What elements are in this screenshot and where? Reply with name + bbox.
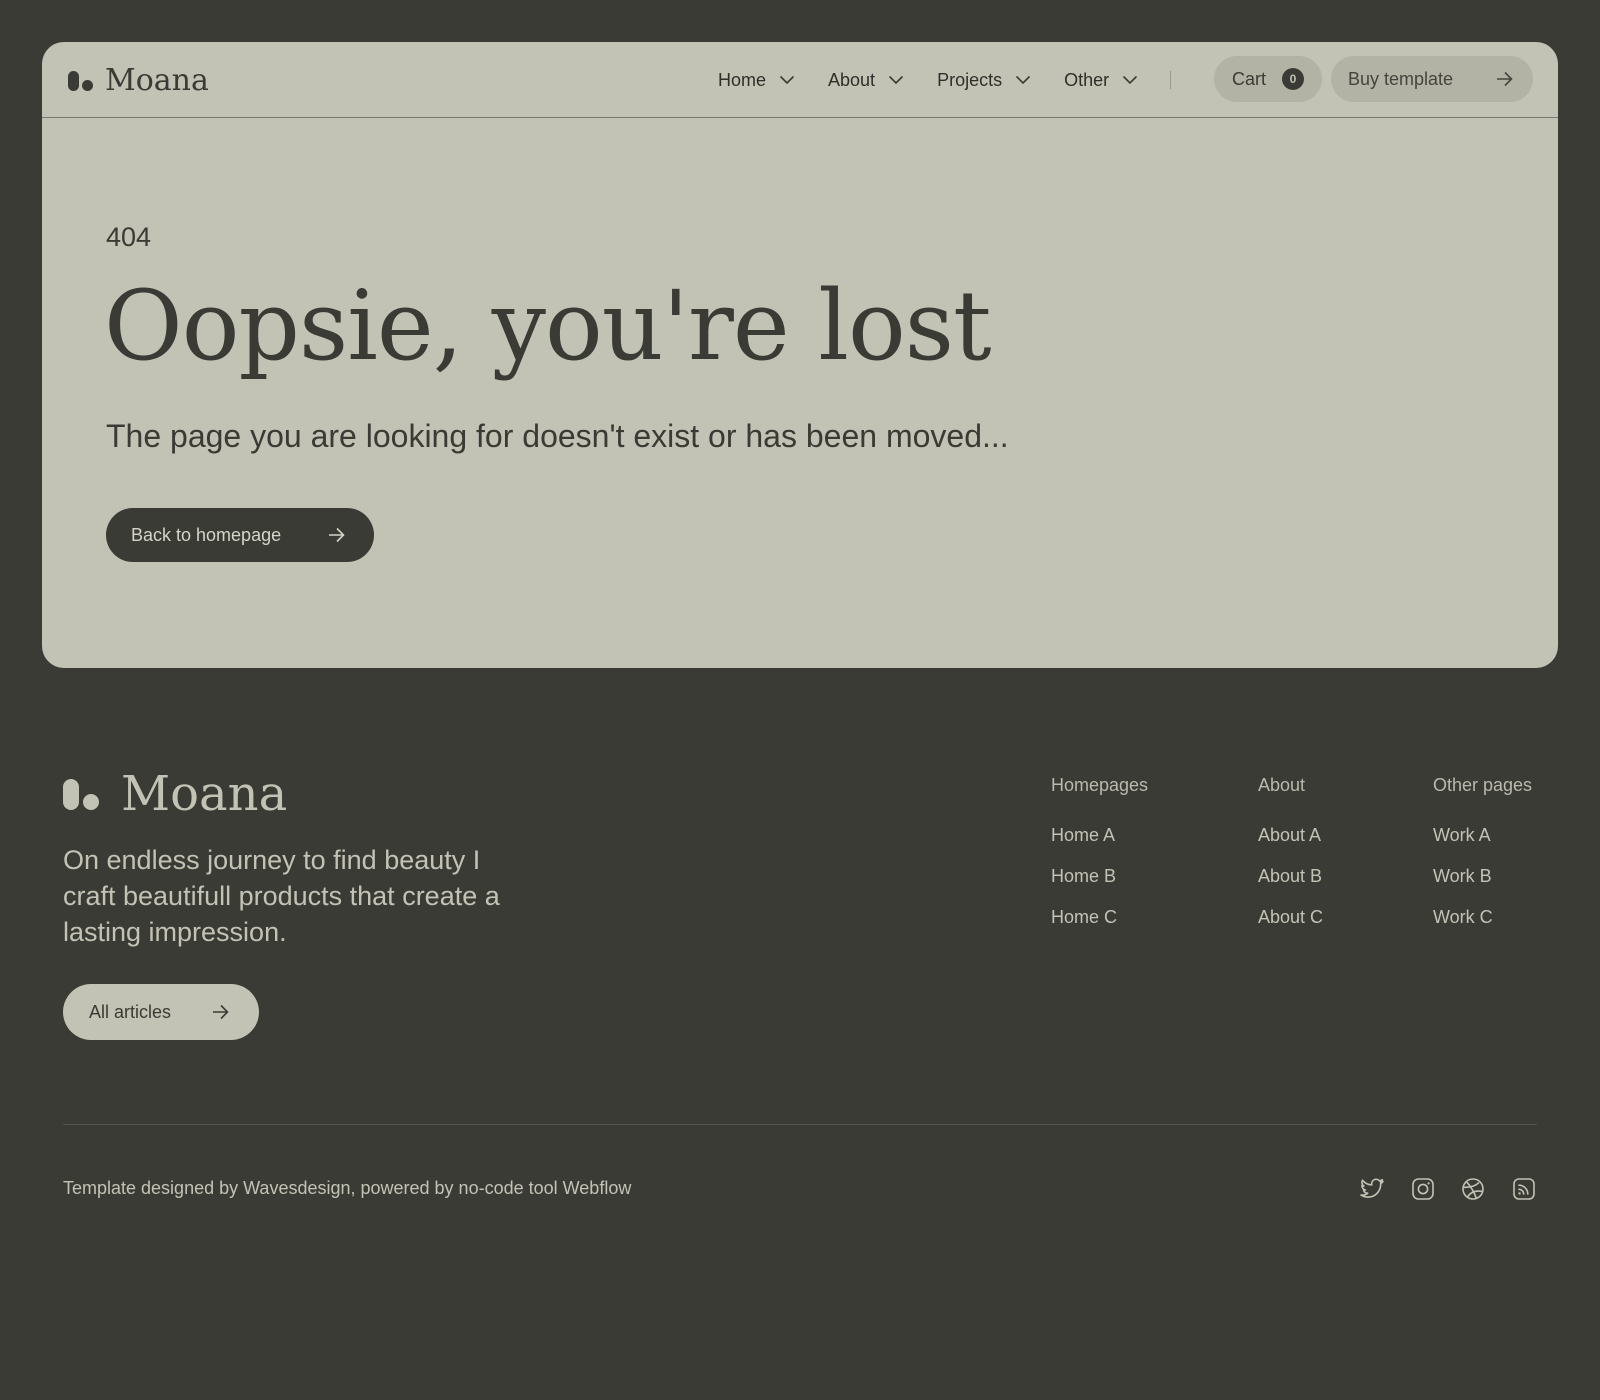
cart-button[interactable]: Cart 0 — [1214, 56, 1322, 102]
nav-item-label: Home — [718, 69, 767, 90]
footer-link-home-c[interactable]: Home C — [1051, 907, 1148, 929]
footer-link-work-c[interactable]: Work C — [1433, 907, 1532, 929]
error-code: 404 — [106, 222, 152, 252]
twitter-icon[interactable] — [1359, 1176, 1385, 1202]
footer-link-about-a[interactable]: About A — [1258, 825, 1323, 847]
buy-template-label: Buy template — [1348, 68, 1454, 89]
logo-mark-icon — [63, 778, 99, 810]
footer-link-about-c[interactable]: About C — [1258, 907, 1323, 929]
footer-column-title: Other pages — [1433, 775, 1533, 795]
main-card: Moana Home About Projects Other Cart 0 B… — [42, 42, 1558, 668]
arrow-right-icon — [329, 527, 345, 543]
nav-item-other[interactable]: Other — [1064, 70, 1138, 91]
arrow-right-icon — [1497, 71, 1513, 87]
page-title: Oopsie, you're lost — [104, 270, 992, 382]
footer-column-homepages: Homepages Home A Home B Home C — [1051, 775, 1148, 929]
main-menu: Home About Projects Other — [718, 42, 1172, 118]
chevron-down-icon — [779, 75, 795, 85]
cart-count-badge: 0 — [1282, 68, 1305, 90]
footer-link-work-b[interactable]: Work B — [1433, 866, 1532, 888]
all-articles-button[interactable]: All articles — [63, 984, 259, 1040]
nav-divider — [1170, 71, 1172, 89]
footer-column-title: Homepages — [1051, 775, 1149, 795]
nav-item-projects[interactable]: Projects — [937, 70, 1031, 91]
navbar: Moana Home About Projects Other Cart 0 B… — [42, 42, 1558, 118]
footer-credit: Template designed by Wavesdesign, powere… — [63, 1178, 632, 1198]
footer-brand-logo[interactable]: Moana — [63, 770, 287, 818]
back-to-homepage-button[interactable]: Back to homepage — [106, 508, 374, 562]
footer-divider — [63, 1124, 1537, 1125]
footer-column-title: About — [1258, 775, 1306, 795]
footer-link-about-b[interactable]: About B — [1258, 866, 1323, 888]
footer-column-about: About About A About B About C — [1258, 775, 1323, 929]
nav-item-home[interactable]: Home — [718, 70, 795, 91]
chevron-down-icon — [1016, 75, 1031, 85]
footer-link-home-a[interactable]: Home A — [1051, 825, 1148, 847]
logo-mark-icon — [68, 71, 93, 91]
back-to-homepage-label: Back to homepage — [131, 524, 282, 545]
footer-brand-name: Moana — [121, 766, 288, 822]
nav-item-label: Other — [1064, 69, 1110, 90]
footer-link-work-a[interactable]: Work A — [1433, 825, 1532, 847]
nav-item-label: About — [828, 69, 876, 90]
buy-template-button[interactable]: Buy template — [1331, 56, 1533, 102]
brand-name: Moana — [105, 63, 209, 98]
brand-logo[interactable]: Moana — [68, 66, 209, 96]
rss-icon[interactable] — [1511, 1176, 1537, 1202]
instagram-icon[interactable] — [1410, 1176, 1436, 1202]
footer-column-other-pages: Other pages Work A Work B Work C — [1433, 775, 1532, 929]
chevron-down-icon — [1123, 75, 1138, 85]
footer-tagline: On endless journey to find beauty I craf… — [63, 845, 500, 947]
dribbble-icon[interactable] — [1460, 1176, 1486, 1202]
arrow-right-icon — [213, 1004, 229, 1020]
page-subtitle: The page you are looking for doesn't exi… — [106, 418, 1009, 454]
nav-item-label: Projects — [937, 69, 1003, 90]
nav-item-about[interactable]: About — [828, 70, 904, 91]
all-articles-label: All articles — [89, 1001, 172, 1022]
cart-label: Cart — [1232, 68, 1267, 89]
footer-link-home-b[interactable]: Home B — [1051, 866, 1148, 888]
chevron-down-icon — [888, 75, 904, 85]
